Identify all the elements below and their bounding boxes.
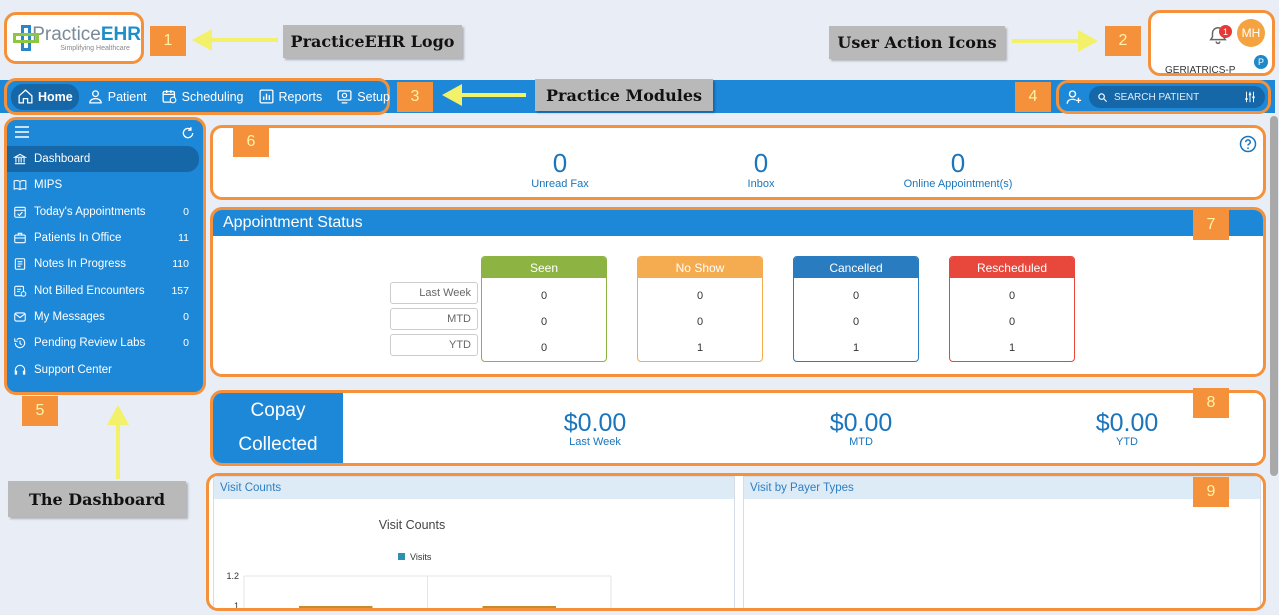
marker-7: 7 [1193, 210, 1229, 240]
bank-icon [13, 153, 27, 165]
user-actions: 1 MH GERIATRICS-P P [1148, 10, 1275, 76]
search-patient-input[interactable]: SEARCH PATIENT [1089, 86, 1265, 108]
marker-6: 6 [233, 127, 269, 157]
row-label-mtd: MTD [390, 308, 478, 330]
practice-modules: Home Patient Scheduling Reports Setup [4, 78, 390, 115]
row-label-ytd: YTD [390, 334, 478, 356]
marker-3: 3 [397, 82, 433, 112]
status-rescheduled[interactable]: Rescheduled 0 0 1 [949, 256, 1075, 362]
marker-2: 2 [1105, 26, 1141, 56]
notification-count-badge: 1 [1219, 25, 1232, 38]
marker-4: 4 [1015, 82, 1051, 112]
sidebar-item-not-billed-encounters[interactable]: Not Billed Encounters 157 [7, 277, 203, 303]
bar-chart-icon [259, 89, 274, 104]
notes-icon [14, 258, 26, 271]
book-icon [13, 180, 27, 191]
sidebar-item-patients-in-office[interactable]: Patients In Office 11 [7, 225, 203, 251]
sidebar-item-my-messages[interactable]: My Messages 0 [7, 304, 203, 330]
add-patient-icon[interactable] [1065, 88, 1083, 106]
filter-sliders-icon[interactable] [1243, 90, 1257, 104]
y-tick-label: 1 [234, 601, 239, 611]
charts-panel: Visit Counts Visit Counts Visits 1.2 1 Vi… [206, 473, 1266, 611]
copay-last-week: $0.00 Last Week [563, 409, 627, 449]
nav-reports[interactable]: Reports [252, 84, 329, 110]
nav-home[interactable]: Home [11, 83, 79, 110]
avatar[interactable]: MH [1237, 19, 1265, 47]
arrow-to-user-actions [1012, 30, 1098, 52]
practice-name[interactable]: GERIATRICS-P [1165, 65, 1235, 76]
mail-icon [14, 312, 26, 322]
copay-mtd: $0.00 MTD [829, 409, 893, 449]
appointment-status-panel: Appointment Status Last Week MTD YTD See… [210, 207, 1266, 377]
unread-fax-count[interactable]: 0 Unread Fax [515, 150, 605, 190]
logo-wordmark: PracticeEHR [32, 23, 141, 45]
legend-swatch [398, 553, 405, 560]
sidebar-item-support-center[interactable]: Support Center [7, 356, 203, 382]
marker-5: 5 [22, 396, 58, 426]
callout-logo: PracticeEHR Logo [283, 25, 462, 58]
practice-badge: P [1254, 55, 1268, 69]
sidebar-item-todays-appointments[interactable]: Today's Appointments 0 [7, 199, 203, 225]
copay-title: Copay Collected [213, 393, 343, 463]
online-appointments-count[interactable]: 0 Online Appointment(s) [893, 150, 1023, 190]
search-placeholder: SEARCH PATIENT [1114, 91, 1200, 103]
patient-search-area: SEARCH PATIENT [1056, 80, 1271, 114]
callout-modules: Practice Modules [535, 79, 713, 111]
payer-types-card: Visit by Payer Types [743, 476, 1261, 608]
calendar-icon [162, 90, 177, 104]
arrow-to-logo [192, 29, 278, 51]
headset-icon [14, 364, 26, 375]
practiceehr-logo[interactable]: PracticeEHR Simplifying Healthcare [4, 12, 144, 64]
bar-cap [482, 606, 556, 608]
nav-scheduling[interactable]: Scheduling [155, 84, 250, 110]
copay-panel: Copay Collected $0.00 Last Week $0.00 MT… [210, 390, 1266, 466]
visit-counts-card: Visit Counts Visit Counts Visits 1.2 1 [213, 476, 735, 611]
sidebar-item-pending-review-labs[interactable]: Pending Review Labs 0 [7, 330, 203, 356]
sidebar-item-notes-in-progress[interactable]: Notes In Progress 110 [7, 251, 203, 277]
y-tick-label: 1.2 [226, 571, 239, 581]
refresh-icon[interactable] [181, 126, 195, 140]
appointment-status-title: Appointment Status [213, 210, 1263, 236]
briefcase-icon [14, 232, 26, 244]
inbox-count[interactable]: 0 Inbox [716, 150, 806, 190]
logo-tagline: Simplifying Healthcare [60, 44, 130, 52]
bill-icon [14, 285, 27, 297]
history-icon [14, 338, 26, 349]
notification-bell[interactable]: 1 [1207, 25, 1232, 52]
visit-counts-tab[interactable]: Visit Counts [214, 477, 734, 499]
user-icon [88, 90, 102, 104]
marker-1: 1 [150, 26, 186, 56]
hamburger-menu-icon[interactable] [15, 126, 29, 138]
visit-counts-chart: Visit Counts Visits 1.2 1 [226, 518, 612, 611]
dashboard-sidebar: Dashboard MIPS Today's Appointments 0 Pa… [4, 117, 206, 395]
sidebar-item-mips[interactable]: MIPS [7, 172, 203, 198]
settings-screen-icon [337, 90, 352, 104]
nav-patient[interactable]: Patient [81, 84, 153, 110]
payer-types-tab[interactable]: Visit by Payer Types [744, 477, 1260, 499]
callout-dashboard: The Dashboard [8, 481, 186, 517]
home-icon [18, 89, 33, 104]
arrow-to-modules [442, 84, 526, 106]
status-cancelled[interactable]: Cancelled 0 0 1 [793, 256, 919, 362]
arrow-to-dashboard [107, 405, 129, 479]
page-scrollbar[interactable] [1270, 116, 1278, 476]
help-icon[interactable] [1239, 135, 1257, 153]
search-icon [1098, 92, 1108, 102]
status-no-show[interactable]: No Show 0 0 1 [637, 256, 763, 362]
counts-panel: 0 Unread Fax 0 Inbox 0 Online Appointmen… [210, 125, 1266, 200]
marker-8: 8 [1193, 388, 1229, 418]
row-label-last-week: Last Week [390, 282, 478, 304]
legend-label: Visits [410, 552, 432, 562]
chart-title: Visit Counts [379, 518, 445, 532]
copay-ytd: $0.00 YTD [1095, 409, 1159, 449]
logo-cross-icon [13, 25, 39, 51]
calendar-check-icon [14, 206, 26, 218]
status-seen[interactable]: Seen 0 0 0 [481, 256, 607, 362]
sidebar-item-dashboard[interactable]: Dashboard [7, 146, 199, 173]
marker-9: 9 [1193, 477, 1229, 507]
callout-user-actions: User Action Icons [829, 26, 1005, 59]
bar-cap [299, 606, 373, 608]
nav-setup[interactable]: Setup [330, 84, 396, 110]
